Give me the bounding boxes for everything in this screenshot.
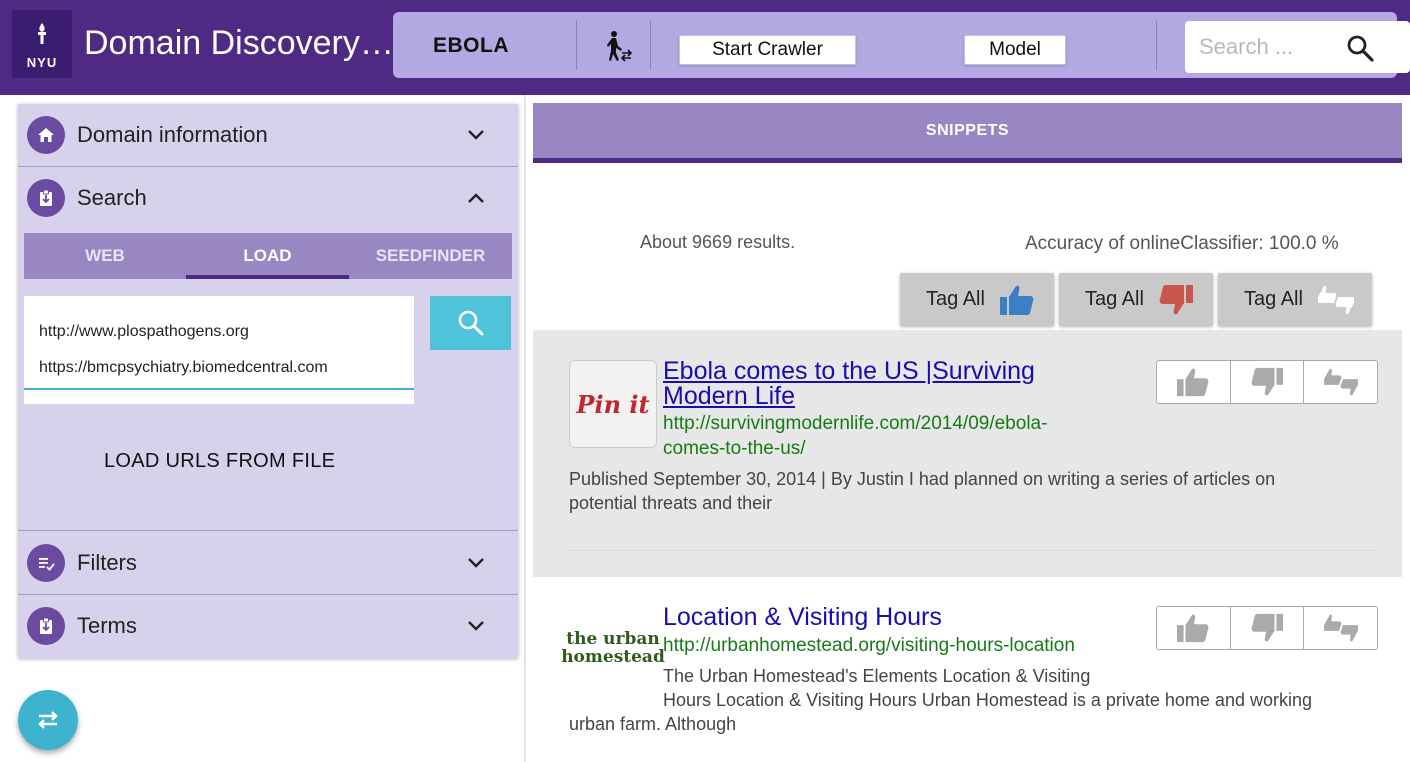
search-section-header[interactable]: Search: [18, 167, 518, 229]
domain-info-label: Domain information: [77, 122, 268, 147]
search-tabs: WEB LOAD SEEDFINDER: [24, 233, 512, 279]
terms-header[interactable]: Terms: [18, 595, 518, 657]
tab-seedfinder[interactable]: SEEDFINDER: [349, 233, 512, 279]
thumb-up-button[interactable]: [1157, 361, 1231, 403]
download-icon: [27, 179, 65, 217]
model-button[interactable]: Model: [964, 35, 1066, 65]
tag-all-neutral-button[interactable]: Tag All: [1218, 273, 1372, 326]
active-tab-indicator: [533, 158, 1402, 163]
tab-snippets[interactable]: SNIPPETS: [533, 103, 1402, 158]
result-vote-group: [1156, 606, 1378, 650]
thumb-up-icon: [1177, 614, 1209, 643]
toolbar-divider: [576, 20, 577, 70]
thumb-down-icon: [1251, 367, 1283, 396]
thumb-down-button[interactable]: [1231, 361, 1305, 403]
toolbar-divider: [650, 20, 651, 70]
chevron-down-icon[interactable]: [466, 125, 486, 145]
thumb-down-icon: [1251, 613, 1283, 642]
swap-view-button[interactable]: [18, 690, 78, 750]
load-urls-from-file-button[interactable]: LOAD URLS FROM FILE: [104, 450, 335, 473]
filters-label: Filters: [77, 550, 137, 575]
result-thumbnail[interactable]: Pin it: [569, 360, 657, 448]
thumb-up-button[interactable]: [1157, 607, 1231, 649]
domain-info-header[interactable]: Domain information: [18, 104, 518, 166]
thumb-down-icon: [1159, 285, 1193, 315]
input-underline: [24, 388, 414, 390]
swap-icon: [38, 711, 58, 729]
result-title-link[interactable]: Ebola comes to the US |Surviving: [663, 359, 1035, 384]
result-vote-group: [1156, 360, 1378, 404]
thumbnail-caption: the urban homestead: [561, 629, 665, 667]
start-crawler-button[interactable]: Start Crawler: [679, 35, 856, 65]
panel-divider: [524, 95, 526, 762]
nyu-logo: NYU: [12, 10, 72, 78]
result-title-link[interactable]: Location & Visiting Hours: [663, 605, 942, 630]
thumb-down-button[interactable]: [1231, 607, 1305, 649]
tag-all-label: Tag All: [1244, 288, 1303, 310]
result-description: Published September 30, 2014 | By Justin…: [569, 469, 1276, 489]
toolbar-divider: [1156, 20, 1157, 70]
app-root: NYU Domain Discovery Tool EBOLA Start Cr…: [0, 0, 1410, 762]
neutral-button[interactable]: [1304, 361, 1377, 403]
result-title-link[interactable]: Modern Life: [663, 384, 795, 409]
tab-load[interactable]: LOAD: [186, 233, 349, 279]
result-description: The Urban Homestead's Elements Location …: [663, 666, 1091, 686]
chevron-down-icon[interactable]: [466, 616, 486, 636]
neutral-button[interactable]: [1304, 607, 1377, 649]
url-entry: https://bmcpsychiatry.biomedcentral.com: [39, 359, 328, 376]
results-count: About 9669 results.: [640, 232, 796, 252]
download-icon: [27, 607, 65, 645]
search-icon[interactable]: [1345, 33, 1375, 63]
search-icon: [458, 310, 483, 336]
search-box: [1185, 21, 1410, 73]
thumbs-neutral-icon: [1323, 368, 1358, 396]
thumb-up-icon: [1177, 368, 1209, 397]
chevron-down-icon[interactable]: [466, 553, 486, 573]
app-header: NYU Domain Discovery Tool EBOLA Start Cr…: [0, 0, 1410, 95]
tab-web[interactable]: WEB: [24, 233, 186, 279]
tag-all-label: Tag All: [1085, 288, 1144, 310]
result-divider: [569, 550, 1375, 551]
classifier-accuracy: Accuracy of onlineClassifier: 100.0 %: [1025, 233, 1339, 254]
result-description: urban farm. Although: [569, 714, 737, 734]
thumbs-neutral-icon: [1318, 285, 1354, 315]
section-divider: [18, 530, 518, 531]
url-entry: http://www.plospathogens.org: [39, 323, 249, 340]
result-url: http://urbanhomestead.org/visiting-hours…: [663, 635, 1075, 656]
tag-all-relevant-button[interactable]: Tag All: [900, 273, 1054, 326]
filters-header[interactable]: Filters: [18, 532, 518, 594]
search-input[interactable]: [1199, 33, 1339, 61]
result-thumbnail[interactable]: the urban homestead: [561, 604, 665, 692]
thumb-up-icon: [1000, 285, 1034, 315]
result-description: Hours Location & Visiting Hours Urban Ho…: [663, 690, 1312, 710]
urls-textarea[interactable]: http://www.plospathogens.org https://bmc…: [24, 296, 414, 404]
app-title: Domain Discovery Tool: [84, 24, 396, 62]
thumbs-neutral-icon: [1323, 614, 1358, 642]
home-icon: [27, 116, 65, 154]
thumbnail-caption: Pin it: [576, 389, 650, 419]
tag-all-label: Tag All: [926, 288, 985, 310]
logo-text: NYU: [26, 55, 58, 70]
active-tab-indicator: [186, 275, 349, 279]
domain-name: EBOLA: [433, 34, 509, 57]
result-url: http://survivingmodernlife.com/2014/09/e…: [663, 413, 1048, 434]
torch-icon: [33, 21, 51, 49]
result-description: potential threats and their: [569, 493, 773, 513]
chevron-up-icon[interactable]: [466, 188, 486, 208]
result-url: comes-to-the-us/: [663, 438, 806, 459]
filter-list-icon: [27, 544, 65, 582]
sidebar-panel: Domain information Search WEB LOAD SEEDF…: [18, 104, 518, 658]
tag-all-irrelevant-button[interactable]: Tag All: [1059, 273, 1213, 326]
search-section-label: Search: [77, 185, 147, 210]
load-urls-search-button[interactable]: [430, 296, 511, 350]
crawler-icon[interactable]: [600, 29, 634, 63]
terms-label: Terms: [77, 613, 137, 638]
